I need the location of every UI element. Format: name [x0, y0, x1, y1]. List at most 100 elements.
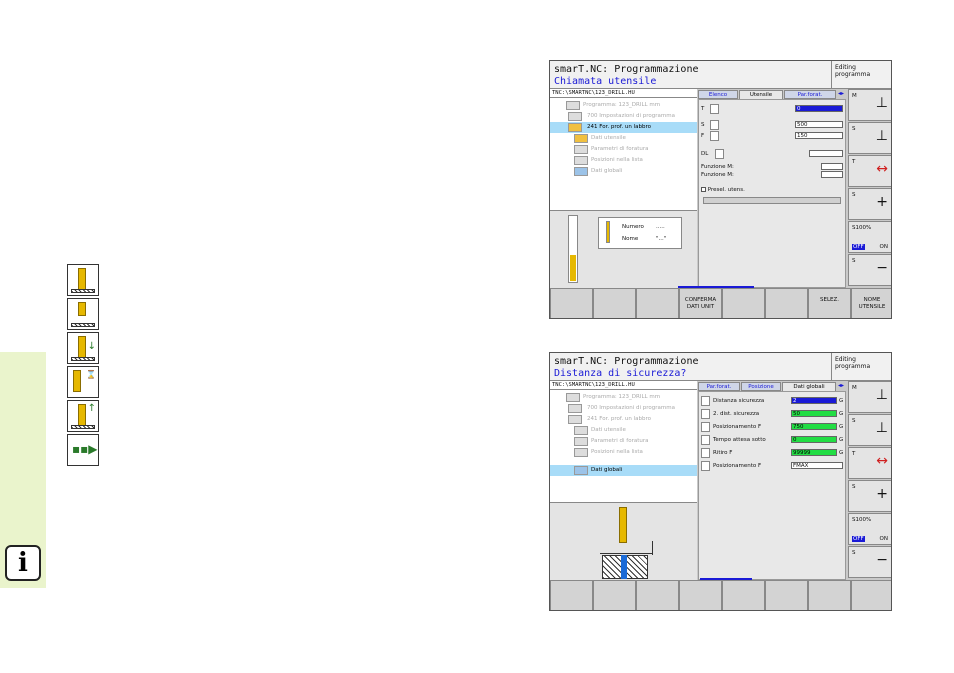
tab-posizione[interactable]: Posizione	[741, 382, 781, 391]
tool-button[interactable]: S⊥	[848, 414, 892, 446]
tab-scroll-arrow[interactable]: ◂▸	[838, 90, 844, 97]
tree-node[interactable]: 241 For. prof. un labbro	[550, 414, 697, 425]
tree-node[interactable]: Parametri di foratura	[550, 144, 697, 155]
tree-node[interactable]: 700 Impostazioni di programma	[550, 111, 697, 122]
tool-change-icon: ↔	[876, 162, 888, 176]
decrease-button[interactable]: S−	[848, 546, 892, 578]
increase-button[interactable]: S+	[848, 188, 892, 220]
tree-node[interactable]: Programma: 123_DRILL mm	[550, 392, 697, 403]
field-input[interactable]: 750	[791, 423, 837, 430]
softkey-2[interactable]	[593, 288, 636, 319]
softkey-8[interactable]	[851, 580, 892, 611]
spindle-icon: ⊥	[876, 96, 888, 110]
override-button[interactable]: S100%OFFON	[848, 221, 892, 253]
increase-button[interactable]: S+	[848, 480, 892, 512]
tool-icon: ⊥	[876, 421, 888, 435]
softkey-3[interactable]	[636, 288, 679, 319]
softkey-6[interactable]	[765, 288, 808, 319]
spindle-icon: ⊥	[876, 388, 888, 402]
field-dwell-time: Tempo attesa sotto 0 G	[701, 435, 843, 445]
right-softkeys: M⊥ S⊥ T↔ S+ S100%OFFON S−	[848, 89, 892, 288]
field-s-input[interactable]: 500	[795, 121, 843, 128]
field-presel: Presel. utens.	[701, 185, 843, 195]
feed-icon: ↓	[67, 332, 99, 364]
field-input[interactable]: 99999	[791, 449, 837, 456]
mode-indicator: Editing programma	[831, 61, 892, 89]
field-s-label: S	[701, 122, 705, 128]
tab-scroll-arrow[interactable]: ◂▸	[838, 382, 844, 389]
field-dl: DL	[701, 149, 843, 159]
tool-button[interactable]: S⊥	[848, 122, 892, 154]
field-m1-input[interactable]	[821, 163, 843, 170]
tree-node[interactable]: Parametri di foratura	[550, 436, 697, 447]
dialog-prompt: Chiamata utensile	[554, 76, 827, 88]
tab-utensile[interactable]: Utensile	[739, 90, 783, 99]
app-title: smarT.NC: Programmazione	[554, 64, 827, 76]
tree-node[interactable]: 700 Impostazioni di programma	[550, 403, 697, 414]
tool-change-button[interactable]: T↔	[848, 447, 892, 479]
title-bar: smarT.NC: Programmazione Chiamata utensi…	[550, 61, 831, 89]
tree-node[interactable]: Dati globali	[550, 166, 697, 177]
field-label: Tempo attesa sotto	[713, 435, 766, 445]
feed-icon	[710, 131, 719, 141]
field-input[interactable]: 0	[791, 436, 837, 443]
tool-form: T 0 S 500 F 150 DL Funzione M:	[698, 99, 846, 288]
tree-node[interactable]: Dati globali	[550, 465, 697, 476]
softkey-1[interactable]	[550, 288, 593, 319]
tab-dati-globali[interactable]: Dati globali	[782, 382, 836, 391]
field-t-label: T	[701, 106, 704, 112]
decrease-button[interactable]: S−	[848, 254, 892, 286]
override-button[interactable]: S100%OFFON	[848, 513, 892, 545]
screen-tool-call: smarT.NC: Programmazione Chiamata utensi…	[549, 60, 892, 319]
softkey-3[interactable]	[636, 580, 679, 611]
field-m2: Funzione M:	[701, 170, 843, 180]
tab-elenco[interactable]: Elenco	[698, 90, 738, 99]
softkey-1[interactable]	[550, 580, 593, 611]
tree-node[interactable]: Posizioni nella lista	[550, 155, 697, 166]
presel-input[interactable]	[703, 197, 841, 204]
spindle-button[interactable]: M⊥	[848, 381, 892, 413]
tool-name-softkey[interactable]: NOME UTENSILE	[851, 288, 892, 319]
depth-icon	[67, 298, 99, 330]
spindle-button[interactable]: M⊥	[848, 89, 892, 121]
field-dl-input[interactable]	[809, 150, 843, 157]
tree-node[interactable]: Posizioni nella lista	[550, 447, 697, 458]
field-input[interactable]: 50	[791, 410, 837, 417]
field-safety-distance: Distanza sicurezza 2 G	[701, 396, 843, 406]
softkey-4[interactable]	[679, 580, 722, 611]
field-input[interactable]: FMAX	[791, 462, 843, 469]
global-data-form: Distanza sicurezza 2 G 2. dist. sicurezz…	[698, 391, 846, 580]
field-f-input[interactable]: 150	[795, 132, 843, 139]
form-tabs: Elenco Utensile Par.forat.	[698, 89, 848, 99]
retract-icon: ↑	[67, 400, 99, 432]
tab-par-forat[interactable]: Par.forat.	[784, 90, 836, 99]
file-path: TNC:\SMARTNC\123_DRILL.HU	[550, 89, 697, 98]
field-retract-feed: Ritiro F 99999 G	[701, 448, 843, 458]
presel-checkbox[interactable]	[701, 187, 706, 192]
tree-node[interactable]: Dati utensile	[550, 133, 697, 144]
tool-icon	[710, 104, 719, 114]
nome-label: Nome	[622, 236, 638, 242]
softkey-2[interactable]	[593, 580, 636, 611]
field-label: Posizionamento F	[713, 422, 761, 432]
tool-change-button[interactable]: T↔	[848, 155, 892, 187]
plus-icon: +	[876, 195, 888, 209]
confirm-unit-softkey[interactable]: CONFERMA DATI UNIT	[679, 288, 722, 319]
field-input[interactable]: 2	[791, 397, 837, 404]
form-tabs: Par.forat. Posizione Dati globali	[698, 381, 848, 391]
field-m2-input[interactable]	[821, 171, 843, 178]
retract-feed-icon	[701, 448, 710, 458]
softkey-7[interactable]	[808, 580, 851, 611]
tree-node[interactable]: Programma: 123_DRILL mm	[550, 100, 697, 111]
tab-par-forat[interactable]: Par.forat.	[698, 382, 740, 391]
field-t-input[interactable]: 0	[795, 105, 843, 112]
field-s: S 500	[701, 120, 843, 130]
dwell-time-icon	[701, 435, 710, 445]
softkey-6[interactable]	[765, 580, 808, 611]
softkey-5[interactable]	[722, 580, 765, 611]
select-softkey[interactable]: SELEZ.	[808, 288, 851, 319]
tree-node[interactable]: 241 For. prof. un labbro	[550, 122, 697, 133]
field-dl-label: DL	[701, 151, 708, 157]
tree-node[interactable]: Dati utensile	[550, 425, 697, 436]
softkey-5[interactable]	[722, 288, 765, 319]
